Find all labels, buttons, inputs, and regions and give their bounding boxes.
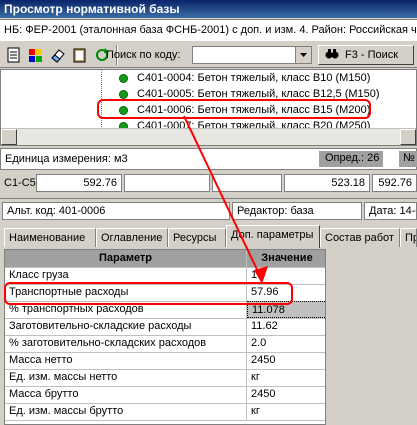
status-dot-icon (119, 89, 128, 99)
unit-label: Единица измерения: м3 (5, 153, 128, 165)
table-row[interactable]: Транспортные расходы 57.96 (5, 284, 325, 302)
clipboard-icon[interactable] (70, 45, 90, 65)
alt-row: Альт. код: 401-0006 Редактор: база Дата:… (0, 198, 417, 222)
param-cell: % заготовительно-складских расходов (5, 335, 247, 352)
unit-row: Единица измерения: м3 Опред.: 26 № (0, 148, 417, 170)
param-cell: Транспортные расходы (5, 284, 247, 301)
tab-resources[interactable]: Ресурсы (168, 228, 226, 247)
param-cell: Масса нетто (5, 352, 247, 369)
tree-item[interactable]: С401-0004: Бетон тяжелый, класс В10 (М15… (119, 71, 370, 86)
param-cell: Масса брутто (5, 386, 247, 403)
price-row: С1-С5: 592.76 523.18 592.76 (0, 172, 417, 194)
palette-icon[interactable] (26, 45, 46, 65)
param-cell: Ед. изм. массы брутто (5, 403, 247, 420)
price-field-4[interactable]: 523.18 (284, 174, 370, 192)
alt-code-field[interactable]: Альт. код: 401-0006 (2, 202, 230, 220)
table-header: Параметр Значение (5, 250, 325, 268)
table-row[interactable]: Класс груза 1 (5, 267, 325, 285)
search-label: Поиск по коду: (106, 49, 181, 61)
search-input[interactable] (192, 46, 312, 64)
price-field-3[interactable] (212, 174, 282, 192)
tree-item[interactable]: С401-0005: Бетон тяжелый, класс В12,5 (М… (119, 87, 380, 102)
table-row[interactable]: Масса брутто 2450 (5, 386, 325, 404)
f3-search-label: F3 - Поиск (345, 49, 399, 61)
table-row[interactable]: Ед. изм. массы нетто кг (5, 369, 325, 387)
price-field-1[interactable]: 592.76 (36, 174, 122, 192)
param-cell: Класс груза (5, 267, 247, 284)
toolbar: Поиск по коду: F3 - Поиск (0, 42, 417, 68)
table-row[interactable]: Ед. изм. массы брутто кг (5, 403, 325, 421)
opred-label: Опред.: 26 (319, 151, 383, 167)
column-header-value[interactable]: Значение (247, 250, 325, 267)
window-title: Просмотр нормативной базы (0, 0, 417, 18)
price-field-5[interactable]: 592.76 (372, 174, 417, 192)
price-field-2[interactable] (124, 174, 210, 192)
database-info: НБ: ФЕР-2001 (эталонная база ФСНБ-2001) … (0, 19, 417, 41)
tree-item-selected[interactable]: С401-0006: Бетон тяжелый, класс В15 (М20… (119, 103, 370, 118)
tab-work-composition[interactable]: Состав работ (320, 228, 400, 247)
date-field[interactable]: Дата: 14-0 (364, 202, 417, 220)
scroll-left-icon[interactable] (1, 129, 17, 145)
table-row[interactable]: % заготовительно-складских расходов 2.0 (5, 335, 325, 353)
scroll-right-icon[interactable] (400, 129, 416, 145)
tab-naming[interactable]: Наименование (4, 228, 96, 247)
chevron-down-icon[interactable] (295, 47, 311, 63)
doc-icon[interactable] (4, 45, 24, 65)
status-dot-icon (119, 73, 128, 83)
number-label: № (399, 151, 417, 167)
table-row[interactable]: Масса нетто 2450 (5, 352, 325, 370)
editor-field[interactable]: Редактор: база (232, 202, 362, 220)
price-label: С1-С5: (4, 177, 39, 189)
param-cell: Ед. изм. массы нетто (5, 369, 247, 386)
params-table: Параметр Значение Класс груза 1 Транспор… (4, 249, 326, 425)
resource-tree[interactable]: С401-0004: Бетон тяжелый, класс В10 (М15… (0, 69, 417, 146)
f3-search-button[interactable]: F3 - Поиск (318, 45, 414, 65)
horizontal-scrollbar[interactable] (1, 128, 416, 145)
value-cell[interactable]: кг (247, 369, 325, 386)
value-cell[interactable]: 57.96 (247, 284, 325, 301)
value-cell-selected[interactable]: 11.078 (247, 301, 325, 318)
tab-contents[interactable]: Оглавление (96, 228, 168, 247)
eraser-icon[interactable] (48, 45, 68, 65)
param-cell: Заготовительно-складские расходы (5, 318, 247, 335)
value-cell[interactable]: 2450 (247, 352, 325, 369)
value-cell[interactable]: 11.62 (247, 318, 325, 335)
value-cell[interactable]: 1 (247, 267, 325, 284)
table-row[interactable]: Заготовительно-складские расходы 11.62 (5, 318, 325, 336)
status-dot-icon (119, 105, 128, 115)
tab-extra-params[interactable]: Доп. параметры (226, 225, 320, 248)
value-cell[interactable]: кг (247, 403, 325, 420)
value-cell[interactable]: 2.0 (247, 335, 325, 352)
column-header-param[interactable]: Параметр (5, 250, 247, 267)
table-row[interactable]: % транспортных расходов 11.078 (5, 301, 325, 319)
binoculars-icon (325, 48, 339, 63)
value-cell[interactable]: 2450 (247, 386, 325, 403)
tab-more[interactable]: Пр (400, 228, 417, 247)
param-cell: % транспортных расходов (5, 301, 247, 318)
